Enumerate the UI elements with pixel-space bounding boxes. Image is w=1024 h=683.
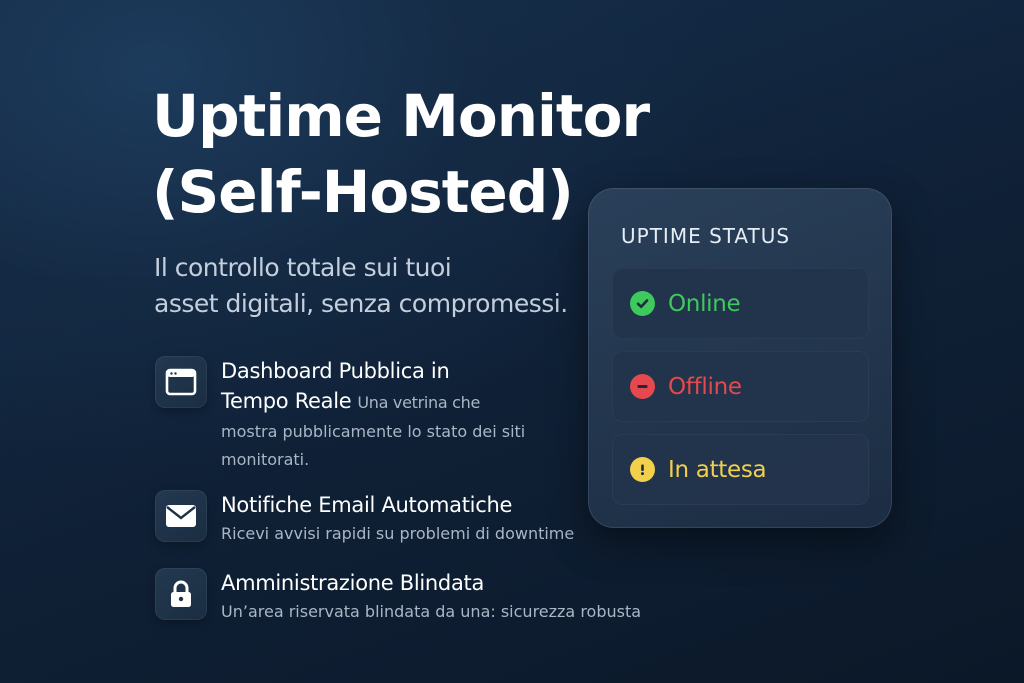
panel-title: UPTIME STATUS (621, 224, 791, 248)
feature-desc-line-3: monitorati. (221, 450, 310, 469)
status-item-pending[interactable]: In attesa (612, 434, 869, 505)
feature-desc: Ricevi avvisi rapidi su problemi di down… (221, 524, 575, 543)
feature-title: Amministrazione Blindata (221, 571, 485, 595)
envelope-icon (155, 490, 207, 542)
lock-icon (155, 568, 207, 620)
status-label: Online (668, 290, 741, 317)
browser-window-icon (155, 356, 207, 408)
subtitle-line-2: asset digitali, senza compromessi. (154, 289, 568, 318)
status-item-offline[interactable]: Offline (612, 351, 869, 422)
feature-dashboard: Dashboard Pubblica in Tempo Reale Una vet… (155, 356, 595, 471)
status-label: In attesa (668, 456, 767, 483)
status-label: Offline (668, 373, 742, 400)
feature-title: Notifiche Email Automatiche (221, 493, 513, 517)
exclamation-circle-icon (630, 457, 655, 482)
feature-email: Notifiche Email Automatiche Ricevi avvis… (155, 490, 615, 550)
feature-title-part: Tempo Reale (221, 389, 352, 413)
subtitle: Il controllo totale sui tuoi asset digit… (154, 250, 614, 322)
feature-admin: Amministrazione Blindata Un’area riserva… (155, 568, 695, 628)
feature-desc-line-2: mostra pubblicamente lo stato dei siti (221, 422, 526, 441)
uptime-status-panel: UPTIME STATUS Online Offline In attesa (588, 188, 892, 528)
feature-title: Dashboard Pubblica in (221, 359, 450, 383)
feature-desc-inline: Una vetrina che (357, 393, 481, 412)
title-line-1: Uptime Monitor (152, 82, 650, 150)
check-circle-icon (630, 291, 655, 316)
status-item-online[interactable]: Online (612, 268, 869, 339)
feature-title-line-2: Tempo Reale Una vetrina che (221, 386, 601, 418)
feature-desc: Un’area riservata blindata da una: sicur… (221, 602, 642, 621)
minus-circle-icon (630, 374, 655, 399)
subtitle-line-1: Il controllo totale sui tuoi (154, 253, 452, 282)
